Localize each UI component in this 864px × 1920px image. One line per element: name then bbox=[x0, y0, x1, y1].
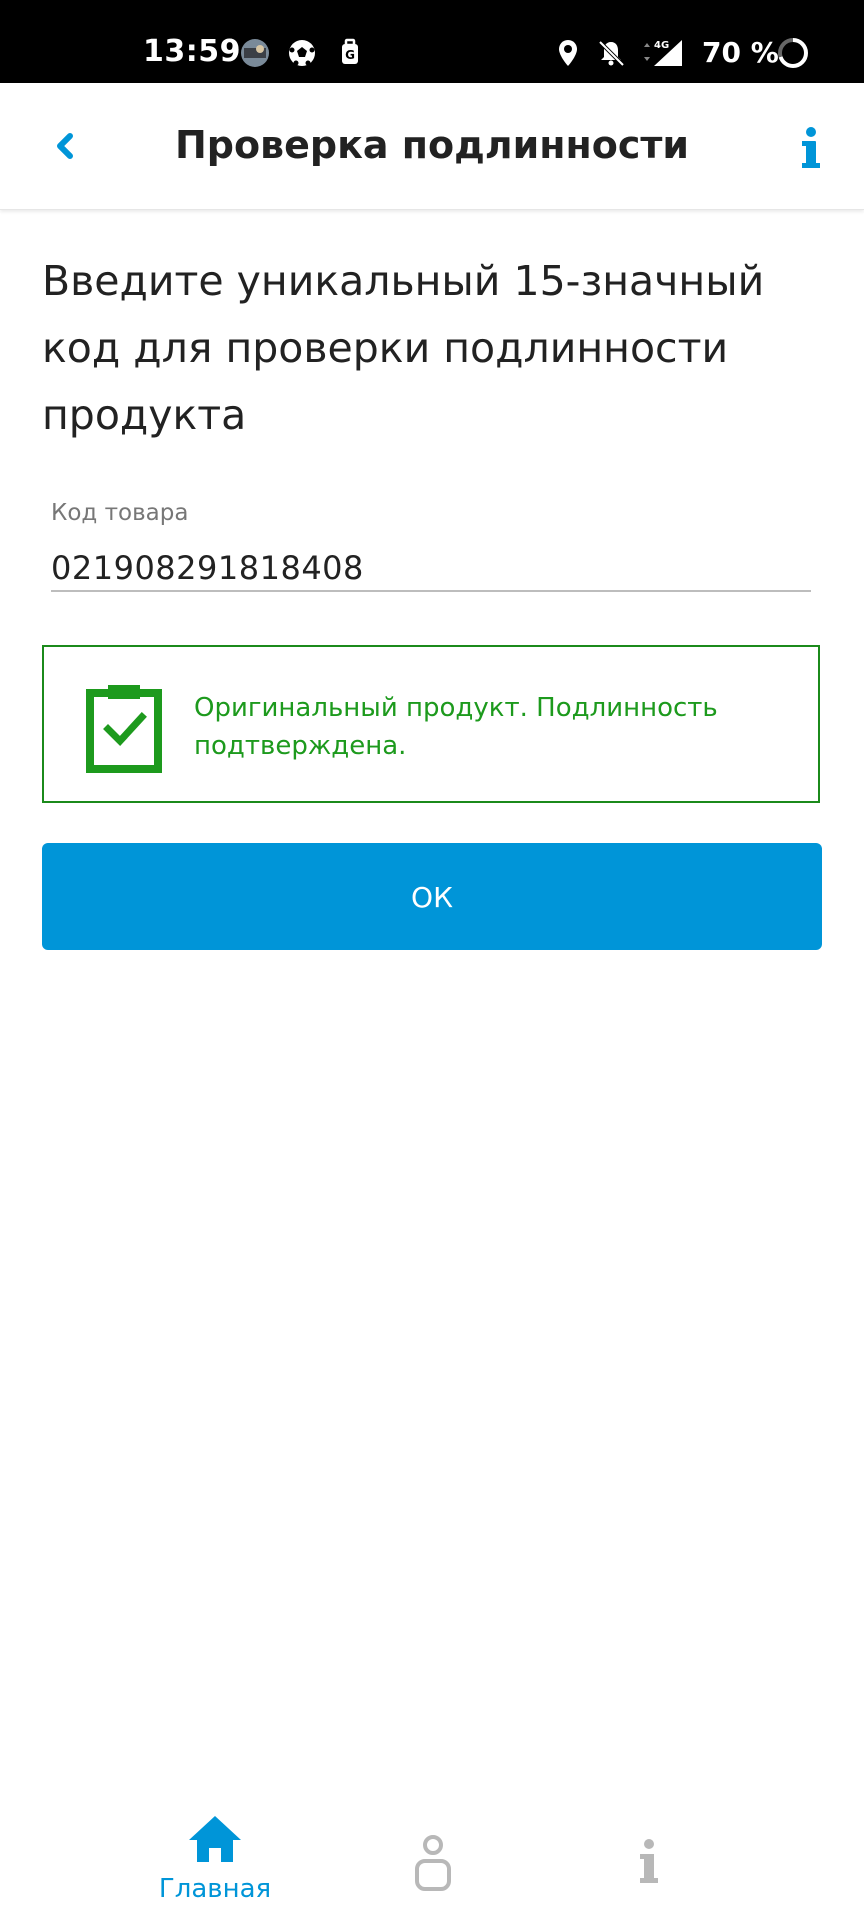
home-icon bbox=[189, 1816, 241, 1862]
google-luggage-icon: G bbox=[342, 38, 358, 64]
svg-text:4G: 4G bbox=[654, 40, 669, 51]
nav-item-info[interactable] bbox=[620, 1790, 680, 1920]
verification-message: Оригинальный продукт. Подлинность подтве… bbox=[194, 693, 718, 761]
battery-percent: 70 % bbox=[702, 36, 779, 69]
bottom-nav: Главная bbox=[0, 1790, 864, 1920]
status-time: 13:59 bbox=[143, 34, 241, 69]
info-icon bbox=[640, 1839, 658, 1883]
code-field-label: Код товара bbox=[51, 500, 189, 526]
product-code-input[interactable] bbox=[51, 546, 811, 592]
instruction-text: Введите уникальный 15-значный код для пр… bbox=[42, 257, 765, 439]
battery-ring-icon bbox=[778, 38, 808, 68]
svg-text:G: G bbox=[345, 48, 355, 62]
profile-icon bbox=[415, 1835, 451, 1891]
signal-4g-icon: 4G bbox=[644, 40, 682, 66]
nav-item-profile[interactable] bbox=[395, 1790, 475, 1920]
nav-item-home[interactable]: Главная bbox=[135, 1790, 295, 1920]
location-icon bbox=[559, 40, 577, 66]
ok-button[interactable]: ОК bbox=[42, 843, 822, 950]
nav-label-home: Главная bbox=[158, 1874, 272, 1904]
page-title: Проверка подлинности bbox=[174, 123, 690, 167]
mute-bell-icon bbox=[598, 40, 625, 67]
info-icon[interactable] bbox=[786, 123, 836, 173]
photo-avatar-icon bbox=[241, 39, 269, 67]
app-bar: Проверка подлинности bbox=[0, 83, 864, 210]
clipboard-check-icon bbox=[86, 685, 162, 773]
status-bar: 13:59 G 4G 70 % bbox=[0, 0, 864, 83]
soccer-ball-icon bbox=[289, 40, 315, 66]
verification-result: Оригинальный продукт. Подлинность подтве… bbox=[42, 645, 820, 803]
